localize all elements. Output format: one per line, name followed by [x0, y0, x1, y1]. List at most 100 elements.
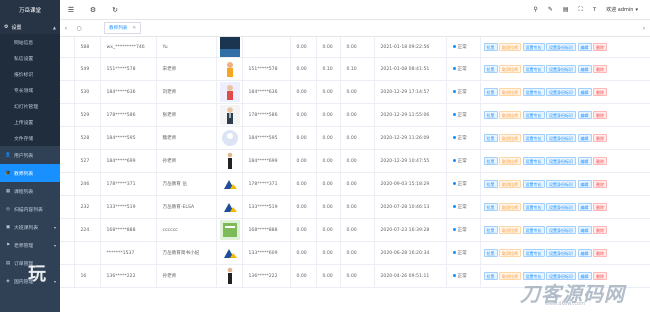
set-specialty-button[interactable]: 设置专长	[522, 65, 545, 73]
sidebar-subitem[interactable]: 幻灯片管理	[0, 98, 60, 114]
tab-teacher-list[interactable]: 教师列表 ✕	[104, 22, 142, 34]
manage-icon: ⚑	[5, 242, 11, 248]
cell-name: 孙老师	[156, 264, 217, 288]
delete-button[interactable]: 删除	[593, 134, 607, 142]
set-specialty-button[interactable]: 设置专长	[522, 88, 545, 96]
chevron-down-icon: ▾	[53, 242, 56, 248]
set-identity-button[interactable]: 设置身份标识	[546, 249, 576, 257]
block-button[interactable]: 拉黑	[483, 226, 498, 234]
close-icon[interactable]: ✕	[132, 26, 136, 31]
delete-button[interactable]: 删除	[593, 65, 607, 73]
sidebar-item[interactable]: ▦ 课程列表	[0, 182, 60, 200]
sidebar-item[interactable]: ⚑ 老师管理 ▾	[0, 236, 60, 254]
set-specialty-button[interactable]: 设置专长	[522, 249, 545, 257]
settings-group-icon: ⚙	[4, 24, 9, 30]
set-identity-button[interactable]: 设置身份标识	[546, 226, 576, 234]
cancel-teacher-button[interactable]: 取消拉师	[499, 65, 521, 73]
set-specialty-button[interactable]: 设置专长	[522, 43, 545, 51]
tabs-prev-icon[interactable]: ‹	[60, 25, 72, 32]
block-button[interactable]: 拉黑	[483, 88, 498, 96]
edit-button[interactable]: 编辑	[577, 65, 592, 73]
cancel-teacher-button[interactable]: 取消拉师	[499, 203, 521, 211]
block-button[interactable]: 拉黑	[483, 203, 498, 211]
doc-icon[interactable]: ▤	[563, 6, 569, 13]
sidebar-subitem[interactable]: 上传设置	[0, 114, 60, 130]
user-menu[interactable]: 欢迎 admin ▾	[606, 6, 638, 14]
set-specialty-button[interactable]: 设置专长	[522, 180, 545, 188]
cancel-teacher-button[interactable]: 取消拉师	[499, 249, 521, 257]
edit-button[interactable]: 编辑	[577, 111, 592, 119]
delete-button[interactable]: 删除	[593, 203, 607, 211]
set-specialty-button[interactable]: 设置专长	[522, 203, 545, 211]
sidebar-item[interactable]: ◎ 扫描内容列表	[0, 200, 60, 218]
sidebar-subitem[interactable]: 专长领域	[0, 82, 60, 98]
cell-status: 正常	[446, 195, 481, 219]
block-button[interactable]: 拉黑	[483, 134, 498, 142]
edit-button[interactable]: 编辑	[577, 249, 592, 257]
cancel-teacher-button[interactable]: 取消拉师	[499, 180, 521, 188]
tool-icon[interactable]: ✎	[548, 6, 553, 13]
tabs-next-icon[interactable]: ›	[638, 25, 650, 32]
set-specialty-button[interactable]: 设置专长	[522, 157, 545, 165]
cell-balance: 0.00	[290, 172, 317, 196]
edit-button[interactable]: 编辑	[577, 157, 592, 165]
sidebar-subitem[interactable]: 报价标识	[0, 66, 60, 82]
delete-button[interactable]: 删除	[593, 226, 607, 234]
home-icon[interactable]: ○	[72, 25, 86, 32]
delete-button[interactable]: 删除	[593, 88, 607, 96]
edit-button[interactable]: 编辑	[577, 134, 592, 142]
delete-button[interactable]: 删除	[593, 43, 607, 51]
sidebar-item[interactable]: 👤 用户列表	[0, 146, 60, 164]
sidebar-subitem[interactable]: 文件存储	[0, 130, 60, 146]
set-identity-button[interactable]: 设置身份标识	[546, 88, 576, 96]
set-specialty-button[interactable]: 设置专长	[522, 134, 545, 142]
sidebar-subitem[interactable]: 网站信息	[0, 34, 60, 50]
set-identity-button[interactable]: 设置身份标识	[546, 43, 576, 51]
set-identity-button[interactable]: 设置身份标识	[546, 157, 576, 165]
pin-icon[interactable]: ⚲	[533, 6, 537, 13]
block-button[interactable]: 拉黑	[483, 65, 498, 73]
delete-button[interactable]: 删除	[593, 157, 607, 165]
settings-icon[interactable]: ⚙	[82, 6, 104, 14]
cancel-teacher-button[interactable]: 取消拉师	[499, 88, 521, 96]
sidebar-item[interactable]: 🎓 教师列表	[0, 164, 60, 182]
set-specialty-button[interactable]: 设置专长	[522, 226, 545, 234]
block-button[interactable]: 拉黑	[483, 180, 498, 188]
cell-phone: 184*****636	[242, 80, 291, 104]
block-button[interactable]: 拉黑	[483, 272, 498, 280]
sidebar-item-label: 大班课列表	[14, 225, 38, 231]
edit-button[interactable]: 编辑	[577, 43, 592, 51]
block-button[interactable]: 拉黑	[483, 43, 498, 51]
edit-button[interactable]: 编辑	[577, 88, 592, 96]
block-button[interactable]: 拉黑	[483, 111, 498, 119]
sidebar-item[interactable]: ▣ 大班课列表 ▾	[0, 218, 60, 236]
set-identity-button[interactable]: 设置身份标识	[546, 203, 576, 211]
sidebar-subitem[interactable]: 私信设置	[0, 50, 60, 66]
edit-button[interactable]: 编辑	[577, 180, 592, 188]
cell-total: 0.00	[340, 218, 375, 242]
delete-button[interactable]: 删除	[593, 249, 607, 257]
cancel-teacher-button[interactable]: 取消拉师	[499, 226, 521, 234]
delete-button[interactable]: 删除	[593, 111, 607, 119]
set-identity-button[interactable]: 设置身份标识	[546, 134, 576, 142]
cancel-teacher-button[interactable]: 取消拉师	[499, 43, 521, 51]
cancel-teacher-button[interactable]: 取消拉师	[499, 272, 521, 280]
set-identity-button[interactable]: 设置身份标识	[546, 65, 576, 73]
cancel-teacher-button[interactable]: 取消拉师	[499, 111, 521, 119]
cancel-teacher-button[interactable]: 取消拉师	[499, 157, 521, 165]
block-button[interactable]: 拉黑	[483, 157, 498, 165]
font-icon[interactable]: ᴛ	[593, 6, 597, 13]
delete-button[interactable]: 删除	[593, 180, 607, 188]
menu-icon[interactable]: ☰	[60, 6, 82, 14]
fullscreen-icon[interactable]: ⛶	[579, 6, 583, 14]
edit-button[interactable]: 编辑	[577, 203, 592, 211]
refresh-icon[interactable]: ↻	[104, 6, 126, 14]
set-identity-button[interactable]: 设置身份标识	[546, 111, 576, 119]
set-identity-button[interactable]: 设置身份标识	[546, 180, 576, 188]
edit-button[interactable]: 编辑	[577, 226, 592, 234]
set-specialty-button[interactable]: 设置专长	[522, 111, 545, 119]
cancel-teacher-button[interactable]: 取消拉师	[499, 134, 521, 142]
block-button[interactable]: 拉黑	[483, 249, 498, 257]
sidebar-group-settings[interactable]: ⚙ 设置 ▲	[0, 20, 60, 34]
status-dot-icon	[452, 113, 456, 116]
